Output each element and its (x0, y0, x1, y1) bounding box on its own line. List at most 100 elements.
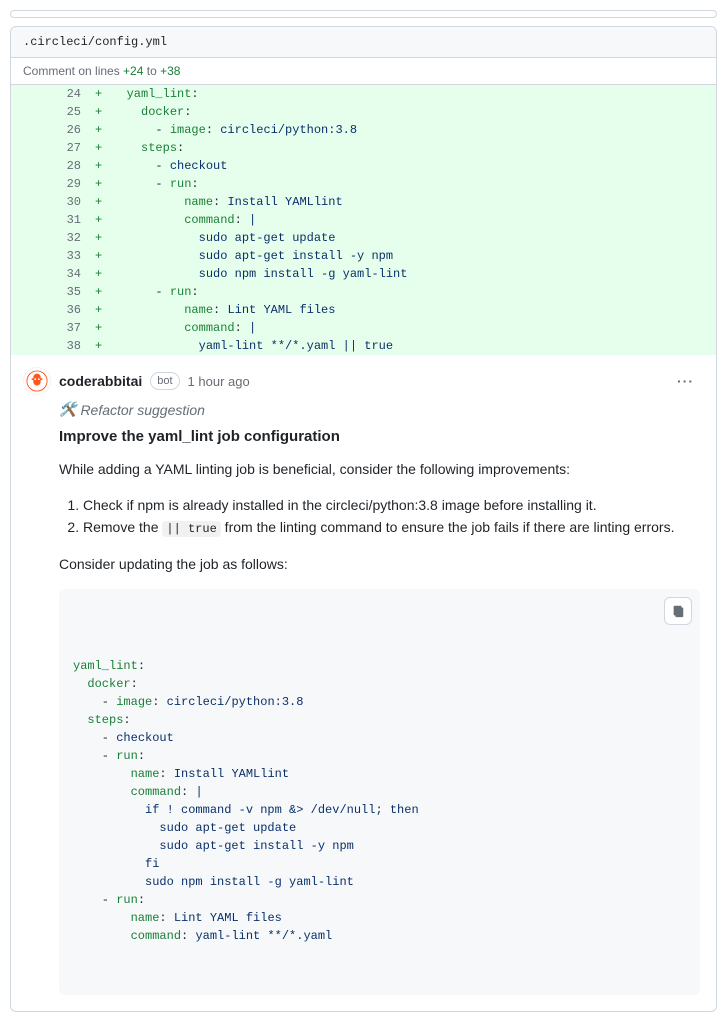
suggestion-label-text: Refactor suggestion (80, 402, 205, 418)
code-line: sudo npm install -g yaml-lint (73, 873, 686, 891)
line-num-new: 34 (51, 265, 91, 283)
diff-code: steps: (106, 139, 716, 157)
line-num-new: 27 (51, 139, 91, 157)
diff-marker: + (91, 157, 106, 175)
diff-code: - run: (106, 175, 716, 193)
diff-row: 24+ yaml_lint: (11, 85, 716, 103)
diff-code: - image: circleci/python:3.8 (106, 121, 716, 139)
line-num-old (11, 229, 51, 247)
diff-code: command: | (106, 211, 716, 229)
avatar[interactable] (23, 367, 51, 395)
line-num-new: 33 (51, 247, 91, 265)
diff-marker: + (91, 211, 106, 229)
comment-outro: Consider updating the job as follows: (59, 554, 700, 575)
code-line: name: Lint YAML files (73, 909, 686, 927)
inline-code: || true (162, 521, 220, 537)
diff-row: 29+ - run: (11, 175, 716, 193)
diff-marker: + (91, 283, 106, 301)
diff-row: 33+ sudo apt-get install -y npm (11, 247, 716, 265)
diff-row: 38+ yaml-lint **/*.yaml || true (11, 337, 716, 355)
diff-code: docker: (106, 103, 716, 121)
diff-row: 37+ command: | (11, 319, 716, 337)
comment: coderabbitai bot 1 hour ago ··· 🛠️ Refac… (11, 355, 716, 1011)
line-num-new: 26 (51, 121, 91, 139)
file-path[interactable]: .circleci/config.yml (11, 27, 716, 58)
range-mid: to (143, 64, 160, 78)
diff-code: name: Install YAMLlint (106, 193, 716, 211)
diff-row: 27+ steps: (11, 139, 716, 157)
suggested-code: yaml_lint: docker: - image: circleci/pyt… (59, 589, 700, 995)
suggestion-label: 🛠️ Refactor suggestion (59, 401, 700, 418)
comment-time[interactable]: 1 hour ago (188, 374, 250, 389)
diff-code: yaml-lint **/*.yaml || true (106, 337, 716, 355)
diff-marker: + (91, 139, 106, 157)
line-num-old (11, 139, 51, 157)
diff-marker: + (91, 193, 106, 211)
code-line: - checkout (73, 729, 686, 747)
comment-title: Improve the yaml_lint job configuration (59, 428, 700, 445)
diff-code: yaml_lint: (106, 85, 716, 103)
code-line: name: Install YAMLlint (73, 765, 686, 783)
line-num-new: 24 (51, 85, 91, 103)
diff-code: sudo npm install -g yaml-lint (106, 265, 716, 283)
code-line: - run: (73, 891, 686, 909)
diff-marker: + (91, 85, 106, 103)
diff-marker: + (91, 319, 106, 337)
range-to: +38 (160, 64, 180, 78)
line-num-old (11, 121, 51, 139)
diff-marker: + (91, 301, 106, 319)
line-num-old (11, 175, 51, 193)
list-item: Remove the || true from the linting comm… (83, 516, 700, 539)
diff-table: 24+ yaml_lint:25+ docker:26+ - image: ci… (11, 85, 716, 355)
comment-body: 🛠️ Refactor suggestion Improve the yaml_… (59, 401, 700, 995)
line-num-new: 25 (51, 103, 91, 121)
code-line: steps: (73, 711, 686, 729)
line-num-old (11, 283, 51, 301)
diff-row: 36+ name: Lint YAML files (11, 301, 716, 319)
line-num-old (11, 193, 51, 211)
diff-row: 30+ name: Install YAMLlint (11, 193, 716, 211)
line-num-old (11, 337, 51, 355)
range-prefix: Comment on lines (23, 64, 123, 78)
diff-code: name: Lint YAML files (106, 301, 716, 319)
code-line: - run: (73, 747, 686, 765)
line-num-old (11, 157, 51, 175)
code-line: command: | (73, 783, 686, 801)
previous-panel-edge (10, 10, 717, 18)
line-num-new: 32 (51, 229, 91, 247)
comment-list: Check if npm is already installed in the… (59, 494, 700, 540)
comment-menu-button[interactable]: ··· (671, 371, 700, 391)
copy-button[interactable] (664, 597, 692, 625)
diff-row: 35+ - run: (11, 283, 716, 301)
line-num-old (11, 301, 51, 319)
diff-code: command: | (106, 319, 716, 337)
list-item: Check if npm is already installed in the… (83, 494, 700, 516)
code-line: if ! command -v npm &> /dev/null; then (73, 801, 686, 819)
diff-marker: + (91, 175, 106, 193)
diff-row: 25+ docker: (11, 103, 716, 121)
line-num-new: 30 (51, 193, 91, 211)
list-item-text: Remove the (83, 519, 162, 535)
range-from: +24 (123, 64, 143, 78)
list-item-text: from the linting command to ensure the j… (221, 519, 675, 535)
line-num-old (11, 211, 51, 229)
line-num-new: 37 (51, 319, 91, 337)
review-panel: .circleci/config.yml Comment on lines +2… (10, 26, 717, 1012)
diff-code: - checkout (106, 157, 716, 175)
line-num-old (11, 319, 51, 337)
comment-intro: While adding a YAML linting job is benef… (59, 459, 700, 480)
code-line: yaml_lint: (73, 657, 686, 675)
line-num-new: 31 (51, 211, 91, 229)
code-line: sudo apt-get install -y npm (73, 837, 686, 855)
line-num-new: 38 (51, 337, 91, 355)
comment-author[interactable]: coderabbitai (59, 373, 142, 389)
diff-row: 34+ sudo npm install -g yaml-lint (11, 265, 716, 283)
comment-header: coderabbitai bot 1 hour ago ··· (23, 367, 700, 395)
diff-row: 31+ command: | (11, 211, 716, 229)
code-line: - image: circleci/python:3.8 (73, 693, 686, 711)
diff-row: 26+ - image: circleci/python:3.8 (11, 121, 716, 139)
line-num-new: 29 (51, 175, 91, 193)
line-num-old (11, 85, 51, 103)
diff-marker: + (91, 229, 106, 247)
line-num-new: 36 (51, 301, 91, 319)
